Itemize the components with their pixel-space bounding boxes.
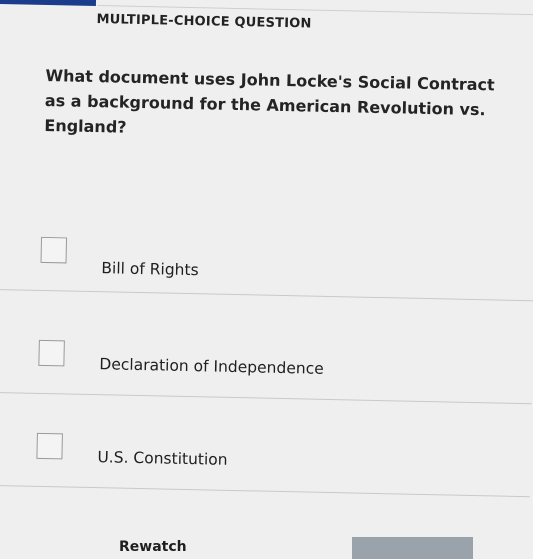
rewatch-button[interactable]: Rewatch [119,539,187,555]
choice-label: Declaration of Independence [99,355,324,378]
question-text: What document uses John Locke's Social C… [44,65,495,137]
question-type-label: MULTIPLE-CHOICE QUESTION [96,12,312,32]
choice-label: U.S. Constitution [97,448,228,469]
question-page: MULTIPLE-CHOICE QUESTION What document u… [0,0,533,559]
answer-choice-bill-of-rights[interactable]: Bill of Rights [0,236,533,307]
choice-label: Bill of Rights [101,259,199,280]
submit-button[interactable] [352,537,473,559]
question-card: MULTIPLE-CHOICE QUESTION What document u… [0,0,533,559]
checkbox[interactable] [40,236,68,264]
checkbox[interactable] [36,432,63,460]
accent-bar [0,0,97,7]
checkbox[interactable] [38,339,65,367]
